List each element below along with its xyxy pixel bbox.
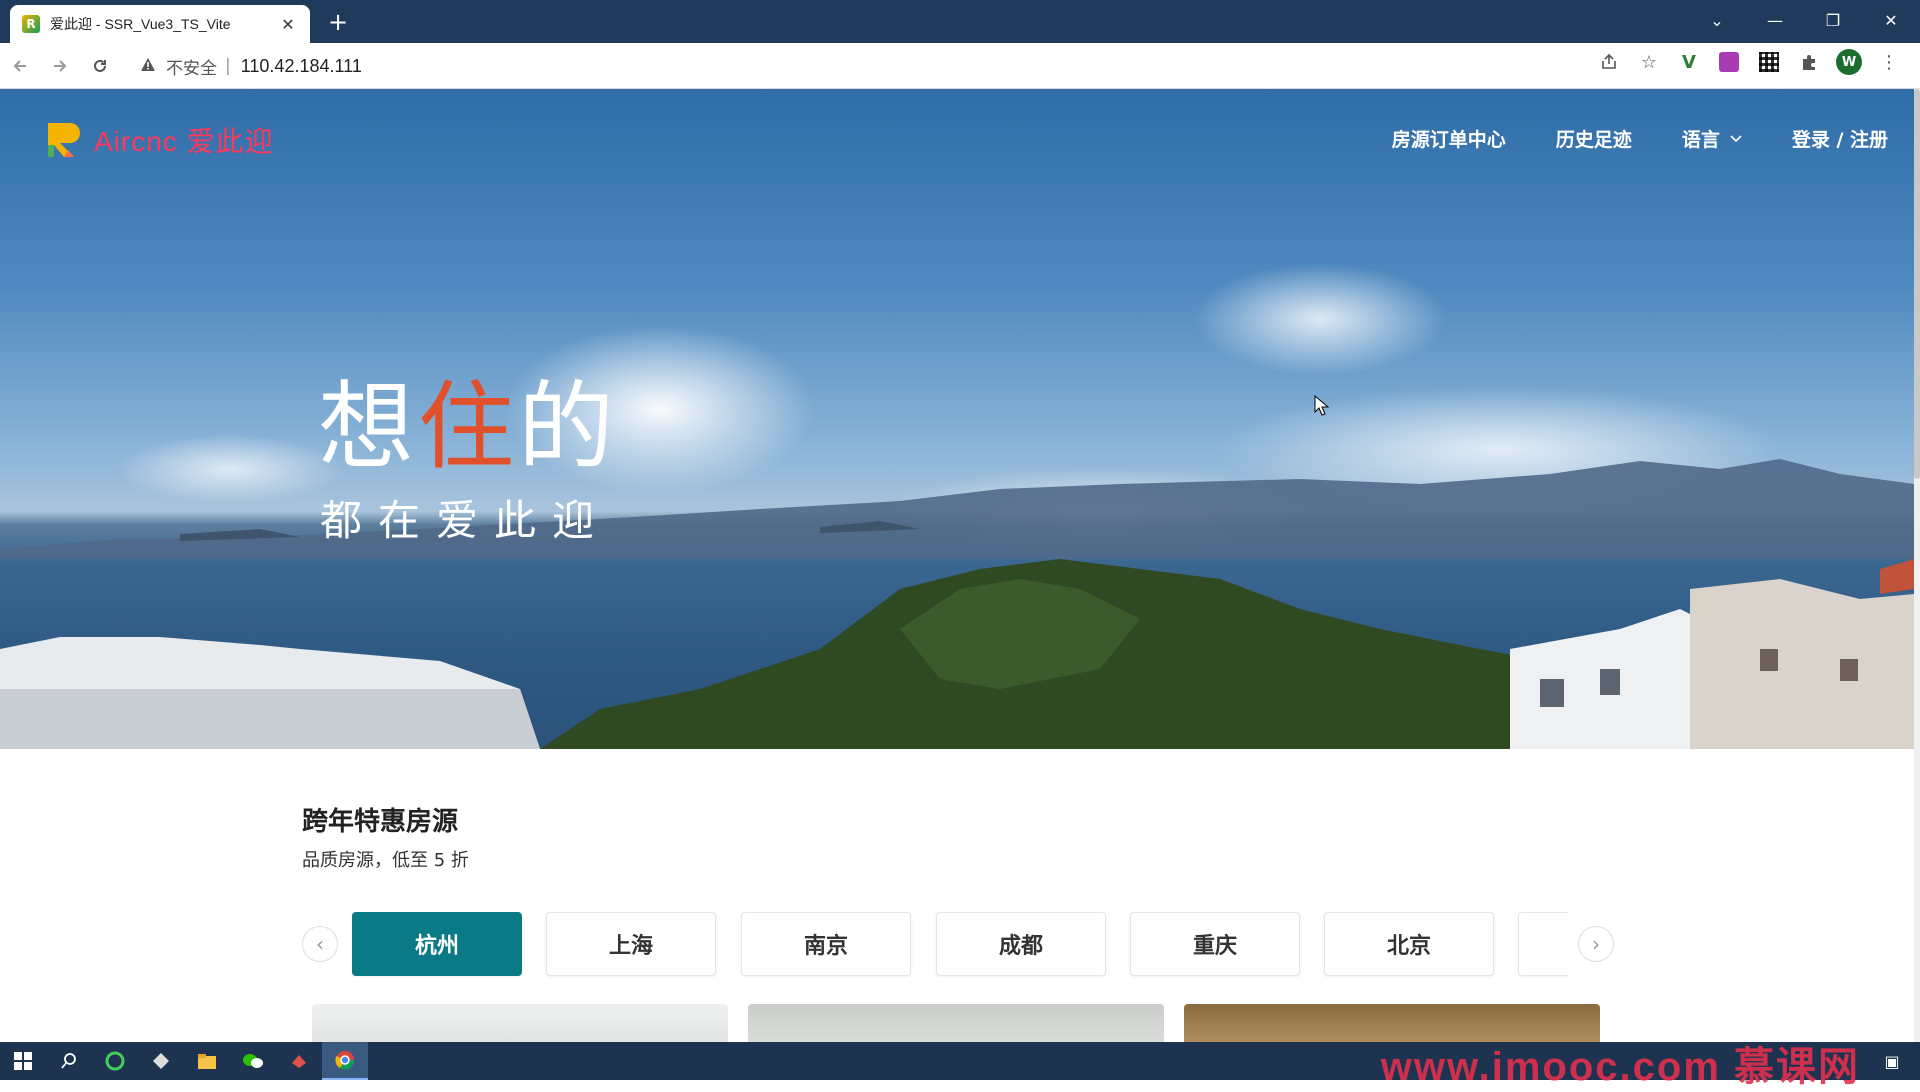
nav-order-center[interactable]: 房源订单中心 bbox=[1392, 125, 1506, 152]
forward-arrow-icon[interactable] bbox=[40, 46, 80, 86]
mouse-cursor-icon bbox=[1314, 394, 1330, 423]
hero-banner: Aircnc 爱此迎 房源订单中心 历史足迹 语言 登录 / 注册 想住的 都在… bbox=[0, 89, 1914, 749]
reload-icon[interactable] bbox=[80, 46, 120, 86]
bookmark-star-icon[interactable]: ☆ bbox=[1636, 49, 1662, 75]
qr-code-extension-icon[interactable] bbox=[1756, 49, 1782, 75]
page-content: Aircnc 爱此迎 房源订单中心 历史足迹 语言 登录 / 注册 想住的 都在… bbox=[0, 89, 1920, 1042]
restore-button[interactable]: ❐ bbox=[1804, 0, 1862, 40]
extension-purple-icon[interactable] bbox=[1716, 49, 1742, 75]
next-city-button[interactable]: › bbox=[1578, 926, 1614, 962]
logo-r-icon bbox=[48, 123, 80, 157]
window-controls: ⌄ — ❐ ✕ bbox=[1688, 0, 1920, 40]
page-scrollbar[interactable] bbox=[1914, 89, 1920, 1042]
security-label[interactable]: 不安全 bbox=[166, 54, 217, 79]
minimize-button[interactable]: — bbox=[1746, 0, 1804, 40]
nav-language[interactable]: 语言 bbox=[1682, 125, 1742, 152]
browser-toolbar: 不安全 | 110.42.184.111 ☆ V W ⋮ bbox=[0, 43, 1920, 89]
site-favicon-icon: R bbox=[22, 15, 40, 33]
top-nav: 房源订单中心 历史足迹 语言 登录 / 注册 bbox=[1342, 125, 1888, 152]
tab-city-beijing[interactable]: 北京 bbox=[1324, 912, 1494, 976]
separator: | bbox=[225, 56, 231, 76]
file-explorer-icon[interactable] bbox=[184, 1042, 230, 1080]
browser-title-bar: R 爱此迎 - SSR_Vue3_TS_Vite ✕ + ⌄ — ❐ ✕ bbox=[0, 0, 1920, 43]
scrollbar-thumb[interactable] bbox=[1914, 89, 1920, 479]
hero-headline-accent: 住 bbox=[418, 371, 518, 483]
site-logo[interactable]: Aircnc 爱此迎 bbox=[44, 119, 274, 161]
app-diamond-icon[interactable] bbox=[138, 1042, 184, 1080]
toolbar-actions: ☆ V W ⋮ bbox=[1596, 49, 1902, 75]
extensions-puzzle-icon[interactable] bbox=[1796, 49, 1822, 75]
tab-city-shanghai[interactable]: 上海 bbox=[546, 912, 716, 976]
prev-city-button[interactable]: ‹ bbox=[302, 926, 338, 962]
tab-city-chengdu[interactable]: 成都 bbox=[936, 912, 1106, 976]
nav-login-register[interactable]: 登录 / 注册 bbox=[1792, 125, 1888, 152]
listing-card-image[interactable] bbox=[748, 1004, 1164, 1042]
tab-city-partial[interactable] bbox=[1518, 912, 1568, 976]
chevron-down-icon bbox=[1730, 132, 1742, 146]
more-menu-icon[interactable]: ⋮ bbox=[1876, 49, 1902, 75]
app-green-circle-icon[interactable] bbox=[92, 1042, 138, 1080]
vue-devtools-extension-icon[interactable]: V bbox=[1676, 49, 1702, 75]
new-tab-button[interactable]: + bbox=[324, 8, 352, 36]
close-window-button[interactable]: ✕ bbox=[1862, 0, 1920, 40]
imooc-watermark: www.imooc.com 慕课网 bbox=[1380, 1045, 1860, 1089]
section-title: 跨年特惠房源 bbox=[302, 807, 459, 837]
notification-icon[interactable]: ▣ bbox=[1872, 1046, 1912, 1076]
listing-card-image[interactable] bbox=[312, 1004, 728, 1042]
hero-subheadline: 都在爱此迎 bbox=[320, 496, 611, 545]
share-icon[interactable] bbox=[1596, 49, 1622, 75]
warning-triangle-icon[interactable] bbox=[140, 57, 156, 76]
close-tab-icon[interactable]: ✕ bbox=[278, 15, 298, 34]
logo-text: Aircnc 爱此迎 bbox=[94, 126, 274, 157]
city-tab-viewport: 杭州 上海 南京 成都 重庆 北京 bbox=[352, 912, 1568, 978]
tab-search-button[interactable]: ⌄ bbox=[1688, 0, 1746, 40]
url-text[interactable]: 110.42.184.111 bbox=[241, 56, 362, 77]
city-tabs: ‹ 杭州 上海 南京 成都 重庆 北京 › bbox=[302, 912, 1614, 978]
tab-title: 爱此迎 - SSR_Vue3_TS_Vite bbox=[50, 16, 231, 32]
wechat-icon[interactable] bbox=[230, 1042, 276, 1080]
app-bird-icon[interactable] bbox=[276, 1042, 322, 1080]
address-bar[interactable]: 不安全 | 110.42.184.111 bbox=[140, 49, 1560, 83]
tab-city-hangzhou[interactable]: 杭州 bbox=[352, 912, 522, 976]
tab-city-nanjing[interactable]: 南京 bbox=[741, 912, 911, 976]
windows-start-icon[interactable] bbox=[0, 1042, 46, 1080]
search-icon[interactable] bbox=[46, 1042, 92, 1080]
landscape-illustration bbox=[0, 459, 1914, 749]
back-arrow-icon[interactable] bbox=[0, 46, 40, 86]
section-subtitle: 品质房源，低至 5 折 bbox=[302, 850, 469, 871]
hero-headline-part2: 的 bbox=[518, 371, 618, 483]
browser-tab[interactable]: R 爱此迎 - SSR_Vue3_TS_Vite ✕ bbox=[10, 5, 310, 43]
chrome-taskbar-icon[interactable] bbox=[322, 1042, 368, 1080]
hero-headline-part1: 想 bbox=[318, 371, 418, 483]
profile-avatar[interactable]: W bbox=[1836, 49, 1862, 75]
tab-city-chongqing[interactable]: 重庆 bbox=[1130, 912, 1300, 976]
nav-language-label: 语言 bbox=[1681, 129, 1720, 151]
hero-headline: 想住的 bbox=[318, 349, 618, 488]
nav-history[interactable]: 历史足迹 bbox=[1556, 125, 1632, 152]
